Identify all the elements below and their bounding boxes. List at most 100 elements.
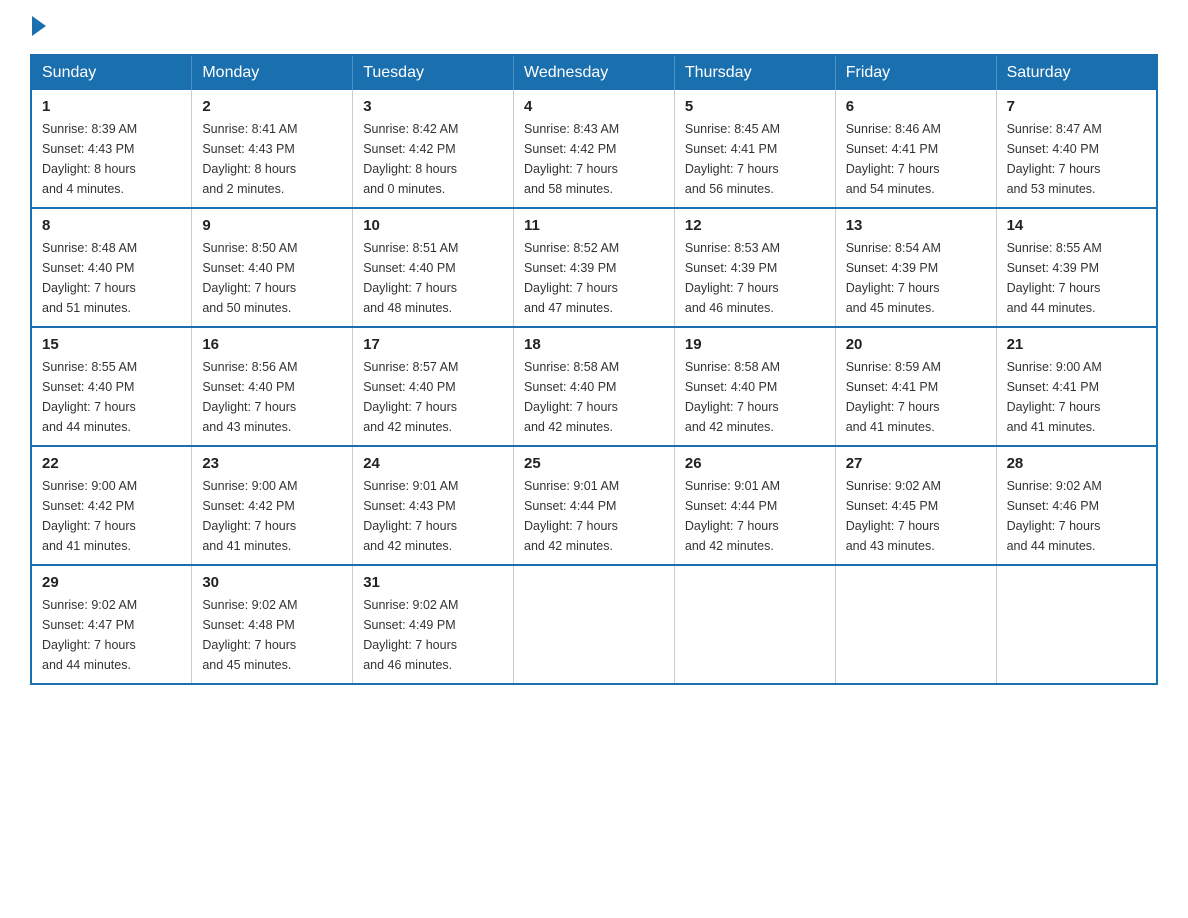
calendar-cell: 8 Sunrise: 8:48 AMSunset: 4:40 PMDayligh… xyxy=(31,208,192,327)
day-info: Sunrise: 8:47 AMSunset: 4:40 PMDaylight:… xyxy=(1007,119,1146,199)
day-info: Sunrise: 8:53 AMSunset: 4:39 PMDaylight:… xyxy=(685,238,825,318)
day-info: Sunrise: 9:02 AMSunset: 4:49 PMDaylight:… xyxy=(363,595,503,675)
calendar-cell: 12 Sunrise: 8:53 AMSunset: 4:39 PMDaylig… xyxy=(674,208,835,327)
calendar-cell: 25 Sunrise: 9:01 AMSunset: 4:44 PMDaylig… xyxy=(514,446,675,565)
calendar-cell: 28 Sunrise: 9:02 AMSunset: 4:46 PMDaylig… xyxy=(996,446,1157,565)
col-header-thursday: Thursday xyxy=(674,55,835,90)
calendar-table: SundayMondayTuesdayWednesdayThursdayFrid… xyxy=(30,54,1158,685)
day-number: 8 xyxy=(42,217,181,234)
day-number: 14 xyxy=(1007,217,1146,234)
calendar-cell: 15 Sunrise: 8:55 AMSunset: 4:40 PMDaylig… xyxy=(31,327,192,446)
day-number: 21 xyxy=(1007,336,1146,353)
day-number: 9 xyxy=(202,217,342,234)
day-number: 25 xyxy=(524,455,664,472)
calendar-cell: 31 Sunrise: 9:02 AMSunset: 4:49 PMDaylig… xyxy=(353,565,514,684)
calendar-cell: 7 Sunrise: 8:47 AMSunset: 4:40 PMDayligh… xyxy=(996,90,1157,208)
day-number: 2 xyxy=(202,98,342,115)
day-info: Sunrise: 8:55 AMSunset: 4:39 PMDaylight:… xyxy=(1007,238,1146,318)
calendar-cell xyxy=(674,565,835,684)
day-number: 1 xyxy=(42,98,181,115)
day-info: Sunrise: 8:54 AMSunset: 4:39 PMDaylight:… xyxy=(846,238,986,318)
calendar-cell: 18 Sunrise: 8:58 AMSunset: 4:40 PMDaylig… xyxy=(514,327,675,446)
day-number: 24 xyxy=(363,455,503,472)
col-header-monday: Monday xyxy=(192,55,353,90)
col-header-wednesday: Wednesday xyxy=(514,55,675,90)
day-info: Sunrise: 8:58 AMSunset: 4:40 PMDaylight:… xyxy=(685,357,825,437)
calendar-cell: 29 Sunrise: 9:02 AMSunset: 4:47 PMDaylig… xyxy=(31,565,192,684)
calendar-cell: 9 Sunrise: 8:50 AMSunset: 4:40 PMDayligh… xyxy=(192,208,353,327)
day-number: 16 xyxy=(202,336,342,353)
calendar-cell: 11 Sunrise: 8:52 AMSunset: 4:39 PMDaylig… xyxy=(514,208,675,327)
page-header xyxy=(30,20,1158,34)
logo-arrow-icon xyxy=(32,16,46,36)
day-number: 11 xyxy=(524,217,664,234)
calendar-cell: 27 Sunrise: 9:02 AMSunset: 4:45 PMDaylig… xyxy=(835,446,996,565)
calendar-week-row: 29 Sunrise: 9:02 AMSunset: 4:47 PMDaylig… xyxy=(31,565,1157,684)
day-number: 19 xyxy=(685,336,825,353)
calendar-week-row: 1 Sunrise: 8:39 AMSunset: 4:43 PMDayligh… xyxy=(31,90,1157,208)
day-number: 12 xyxy=(685,217,825,234)
day-info: Sunrise: 9:02 AMSunset: 4:47 PMDaylight:… xyxy=(42,595,181,675)
day-number: 3 xyxy=(363,98,503,115)
day-info: Sunrise: 8:39 AMSunset: 4:43 PMDaylight:… xyxy=(42,119,181,199)
day-info: Sunrise: 8:55 AMSunset: 4:40 PMDaylight:… xyxy=(42,357,181,437)
day-number: 7 xyxy=(1007,98,1146,115)
day-number: 31 xyxy=(363,574,503,591)
day-info: Sunrise: 8:51 AMSunset: 4:40 PMDaylight:… xyxy=(363,238,503,318)
calendar-cell: 3 Sunrise: 8:42 AMSunset: 4:42 PMDayligh… xyxy=(353,90,514,208)
day-number: 30 xyxy=(202,574,342,591)
day-number: 13 xyxy=(846,217,986,234)
col-header-tuesday: Tuesday xyxy=(353,55,514,90)
calendar-cell: 23 Sunrise: 9:00 AMSunset: 4:42 PMDaylig… xyxy=(192,446,353,565)
logo xyxy=(30,20,46,34)
calendar-cell: 26 Sunrise: 9:01 AMSunset: 4:44 PMDaylig… xyxy=(674,446,835,565)
calendar-cell: 13 Sunrise: 8:54 AMSunset: 4:39 PMDaylig… xyxy=(835,208,996,327)
calendar-cell: 24 Sunrise: 9:01 AMSunset: 4:43 PMDaylig… xyxy=(353,446,514,565)
calendar-cell xyxy=(996,565,1157,684)
day-info: Sunrise: 8:43 AMSunset: 4:42 PMDaylight:… xyxy=(524,119,664,199)
calendar-cell: 16 Sunrise: 8:56 AMSunset: 4:40 PMDaylig… xyxy=(192,327,353,446)
calendar-cell xyxy=(514,565,675,684)
day-number: 15 xyxy=(42,336,181,353)
day-info: Sunrise: 8:59 AMSunset: 4:41 PMDaylight:… xyxy=(846,357,986,437)
day-info: Sunrise: 8:42 AMSunset: 4:42 PMDaylight:… xyxy=(363,119,503,199)
day-info: Sunrise: 9:00 AMSunset: 4:42 PMDaylight:… xyxy=(42,476,181,556)
day-info: Sunrise: 8:45 AMSunset: 4:41 PMDaylight:… xyxy=(685,119,825,199)
day-info: Sunrise: 8:46 AMSunset: 4:41 PMDaylight:… xyxy=(846,119,986,199)
day-number: 26 xyxy=(685,455,825,472)
calendar-cell: 4 Sunrise: 8:43 AMSunset: 4:42 PMDayligh… xyxy=(514,90,675,208)
day-number: 10 xyxy=(363,217,503,234)
day-number: 23 xyxy=(202,455,342,472)
day-info: Sunrise: 8:48 AMSunset: 4:40 PMDaylight:… xyxy=(42,238,181,318)
calendar-week-row: 22 Sunrise: 9:00 AMSunset: 4:42 PMDaylig… xyxy=(31,446,1157,565)
day-info: Sunrise: 8:41 AMSunset: 4:43 PMDaylight:… xyxy=(202,119,342,199)
day-number: 6 xyxy=(846,98,986,115)
calendar-cell: 21 Sunrise: 9:00 AMSunset: 4:41 PMDaylig… xyxy=(996,327,1157,446)
day-number: 27 xyxy=(846,455,986,472)
day-info: Sunrise: 8:56 AMSunset: 4:40 PMDaylight:… xyxy=(202,357,342,437)
day-number: 29 xyxy=(42,574,181,591)
calendar-cell: 14 Sunrise: 8:55 AMSunset: 4:39 PMDaylig… xyxy=(996,208,1157,327)
day-info: Sunrise: 9:02 AMSunset: 4:48 PMDaylight:… xyxy=(202,595,342,675)
calendar-week-row: 8 Sunrise: 8:48 AMSunset: 4:40 PMDayligh… xyxy=(31,208,1157,327)
calendar-cell: 6 Sunrise: 8:46 AMSunset: 4:41 PMDayligh… xyxy=(835,90,996,208)
calendar-cell: 5 Sunrise: 8:45 AMSunset: 4:41 PMDayligh… xyxy=(674,90,835,208)
day-info: Sunrise: 9:01 AMSunset: 4:44 PMDaylight:… xyxy=(685,476,825,556)
day-info: Sunrise: 8:58 AMSunset: 4:40 PMDaylight:… xyxy=(524,357,664,437)
day-info: Sunrise: 8:52 AMSunset: 4:39 PMDaylight:… xyxy=(524,238,664,318)
day-number: 22 xyxy=(42,455,181,472)
day-info: Sunrise: 9:01 AMSunset: 4:43 PMDaylight:… xyxy=(363,476,503,556)
calendar-cell: 30 Sunrise: 9:02 AMSunset: 4:48 PMDaylig… xyxy=(192,565,353,684)
col-header-sunday: Sunday xyxy=(31,55,192,90)
calendar-cell: 17 Sunrise: 8:57 AMSunset: 4:40 PMDaylig… xyxy=(353,327,514,446)
calendar-cell: 2 Sunrise: 8:41 AMSunset: 4:43 PMDayligh… xyxy=(192,90,353,208)
day-number: 5 xyxy=(685,98,825,115)
day-info: Sunrise: 9:00 AMSunset: 4:42 PMDaylight:… xyxy=(202,476,342,556)
calendar-week-row: 15 Sunrise: 8:55 AMSunset: 4:40 PMDaylig… xyxy=(31,327,1157,446)
col-header-friday: Friday xyxy=(835,55,996,90)
calendar-cell: 1 Sunrise: 8:39 AMSunset: 4:43 PMDayligh… xyxy=(31,90,192,208)
day-number: 28 xyxy=(1007,455,1146,472)
calendar-cell: 19 Sunrise: 8:58 AMSunset: 4:40 PMDaylig… xyxy=(674,327,835,446)
day-info: Sunrise: 9:02 AMSunset: 4:46 PMDaylight:… xyxy=(1007,476,1146,556)
day-info: Sunrise: 9:02 AMSunset: 4:45 PMDaylight:… xyxy=(846,476,986,556)
